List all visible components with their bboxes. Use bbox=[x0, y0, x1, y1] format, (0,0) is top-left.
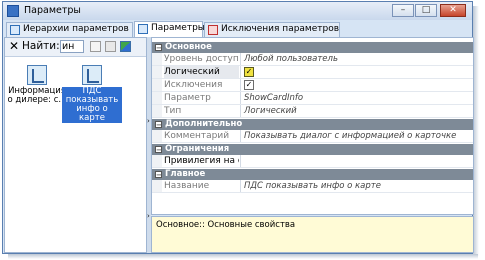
splitter-arrow-icon: › bbox=[147, 117, 150, 125]
list-item-label: ПДС показывать инфо о карте bbox=[62, 87, 122, 123]
open-folder-icon[interactable] bbox=[90, 41, 101, 52]
property-name: Уровень доступа bbox=[164, 54, 239, 64]
property-row[interactable]: Название ПДС показывать инфо о карте bbox=[152, 180, 473, 193]
app-icon bbox=[7, 5, 19, 17]
column-divider bbox=[240, 105, 241, 117]
property-name: Название bbox=[164, 181, 210, 191]
row-gutter bbox=[152, 92, 162, 104]
property-value: Любой пользователь bbox=[244, 54, 338, 64]
tab-label: Иерархии параметров bbox=[23, 24, 129, 34]
parameters-icon bbox=[138, 24, 148, 34]
property-name: Комментарий bbox=[164, 131, 230, 141]
hierarchy-icon bbox=[10, 25, 20, 35]
tab-parameter-hierarchies[interactable]: Иерархии параметров bbox=[6, 22, 133, 37]
row-gutter bbox=[152, 66, 162, 78]
maximize-button[interactable]: □ bbox=[415, 4, 437, 17]
close-button[interactable]: ✕ bbox=[440, 4, 466, 17]
column-divider bbox=[240, 79, 241, 91]
section-title: Главное bbox=[165, 169, 206, 179]
find-label: Найти: bbox=[22, 40, 60, 52]
section-title: Основное bbox=[165, 42, 212, 52]
property-row-selected[interactable]: Логический ✓ bbox=[152, 66, 473, 79]
row-gutter bbox=[152, 155, 162, 167]
window-title: Параметры bbox=[24, 5, 81, 16]
property-value: Логический bbox=[244, 106, 297, 116]
splitter-arrow-icon: › bbox=[147, 212, 150, 220]
close-search-icon[interactable]: ✕ bbox=[9, 39, 19, 53]
tree-view-icon[interactable] bbox=[120, 41, 131, 52]
window-shadow-bottom bbox=[8, 254, 478, 259]
collapse-icon[interactable]: − bbox=[155, 44, 162, 52]
list-item[interactable]: Информация о дилере: с... bbox=[7, 65, 67, 105]
copy-icon[interactable] bbox=[105, 41, 116, 52]
items-panel: ✕ Найти: ин Информация о дилере: с... ПД… bbox=[4, 37, 147, 253]
property-name: Исключения bbox=[164, 80, 223, 90]
row-gutter bbox=[152, 180, 162, 192]
property-name: Логический bbox=[164, 66, 239, 78]
property-value: ShowCardInfo bbox=[244, 93, 304, 103]
section-header-restrictions[interactable]: − Ограничения bbox=[152, 144, 473, 155]
row-gutter bbox=[152, 105, 162, 117]
parameters-window: Параметры – □ ✕ Иерархии параметров Пара… bbox=[2, 1, 474, 254]
property-name: Параметр bbox=[164, 93, 211, 103]
column-divider bbox=[240, 130, 241, 142]
items-toolbar: ✕ Найти: ин bbox=[5, 38, 146, 57]
tab-parameters[interactable]: Параметры bbox=[134, 21, 205, 38]
property-value: Показывать диалог с информацией о карточ… bbox=[244, 131, 457, 141]
column-divider bbox=[240, 92, 241, 104]
list-item-selected[interactable]: ПДС показывать инфо о карте bbox=[62, 65, 122, 123]
section-header-main[interactable]: − Основное bbox=[152, 42, 473, 53]
section-title: Ограничения bbox=[165, 144, 230, 154]
property-name: Тип bbox=[164, 106, 182, 116]
property-row[interactable]: Уровень доступа Любой пользователь bbox=[152, 53, 473, 66]
property-row[interactable]: Тип Логический bbox=[152, 105, 473, 118]
row-gutter bbox=[152, 79, 162, 91]
property-row[interactable]: Комментарий Показывать диалог с информац… bbox=[152, 130, 473, 143]
exceptions-checkbox[interactable]: ✓ bbox=[244, 80, 254, 90]
boolean-checkbox[interactable]: ✓ bbox=[244, 67, 254, 77]
tab-label: Параметры bbox=[151, 23, 205, 33]
find-input[interactable]: ин bbox=[60, 40, 84, 53]
tab-strip: Иерархии параметров Параметры Исключения… bbox=[3, 21, 472, 38]
property-grid: − Основное Уровень доступа Любой пользов… bbox=[151, 37, 474, 215]
property-row[interactable]: Параметр ShowCardInfo bbox=[152, 92, 473, 105]
parameter-icon bbox=[82, 65, 102, 85]
description-panel: Основное:: Основные свойства bbox=[151, 216, 474, 253]
column-divider bbox=[240, 66, 241, 78]
exceptions-icon bbox=[208, 25, 218, 35]
property-row[interactable]: Привилегия на объе bbox=[152, 155, 473, 168]
collapse-icon[interactable]: − bbox=[155, 121, 162, 129]
column-divider bbox=[240, 155, 241, 167]
tab-label: Исключения параметров bbox=[221, 24, 340, 34]
section-header-general[interactable]: − Главное bbox=[152, 169, 473, 180]
collapse-icon[interactable]: − bbox=[155, 146, 162, 154]
tab-parameter-exceptions[interactable]: Исключения параметров bbox=[204, 22, 340, 37]
collapse-icon[interactable]: − bbox=[155, 171, 162, 179]
section-header-additional[interactable]: − Дополнительно bbox=[152, 119, 473, 130]
column-divider bbox=[240, 180, 241, 192]
property-value: ПДС показывать инфо о карте bbox=[244, 181, 381, 191]
title-bar[interactable]: Параметры – □ ✕ bbox=[3, 2, 472, 20]
property-name: Привилегия на объе bbox=[164, 156, 239, 166]
column-divider bbox=[240, 53, 241, 65]
property-row[interactable]: Исключения ✓ bbox=[152, 79, 473, 92]
minimize-button[interactable]: – bbox=[392, 4, 414, 17]
list-item-label: Информация о дилере: с... bbox=[7, 86, 67, 105]
parameter-icon bbox=[27, 65, 47, 85]
row-gutter bbox=[152, 53, 162, 65]
section-title: Дополнительно bbox=[165, 119, 243, 129]
row-gutter bbox=[152, 130, 162, 142]
